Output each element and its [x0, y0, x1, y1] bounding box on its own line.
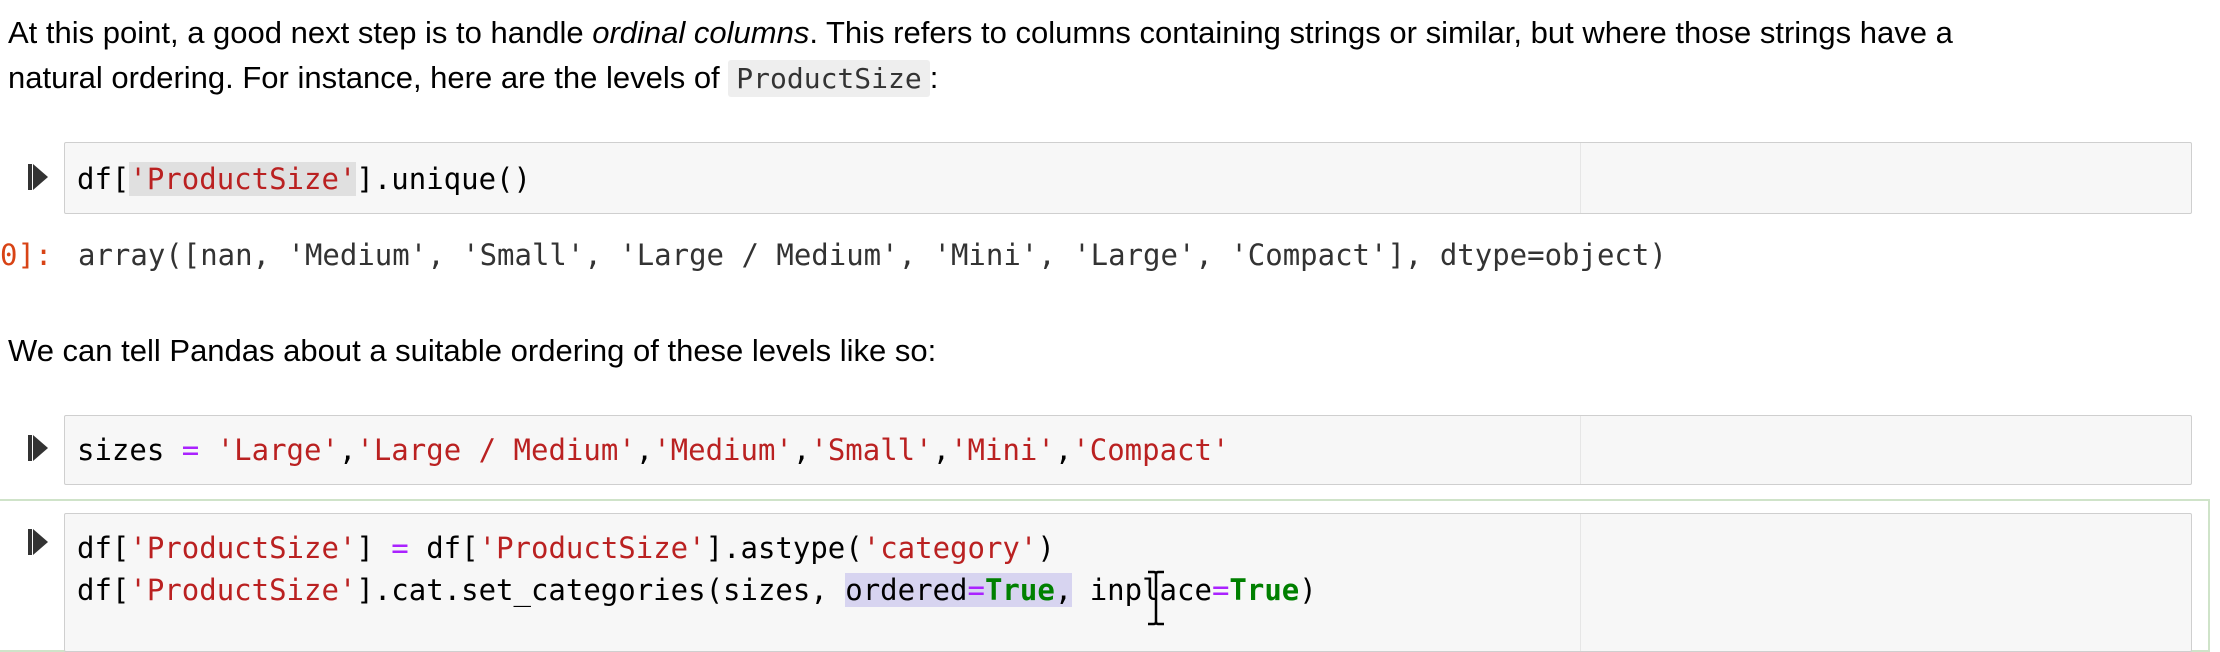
run-cell-icon[interactable]: [28, 162, 50, 192]
code-input-1[interactable]: df['ProductSize'].unique(): [64, 142, 2192, 214]
inline-code: ProductSize: [728, 60, 930, 97]
output-text: array([nan, 'Medium', 'Small', 'Large / …: [78, 238, 1667, 272]
line-length-ruler: [1580, 416, 1581, 484]
code-input-3[interactable]: df['ProductSize'] = df['ProductSize'].as…: [64, 513, 2192, 652]
code-line[interactable]: df['ProductSize'].unique(): [77, 159, 531, 199]
output-prompt: 0]:: [0, 238, 53, 272]
text-cursor-icon: [1145, 570, 1167, 626]
markdown-paragraph-1-line-2: natural ordering. For instance, here are…: [8, 57, 938, 100]
code-cell-3[interactable]: df['ProductSize'] = df['ProductSize'].as…: [0, 499, 2210, 652]
code-line[interactable]: sizes = 'Large','Large / Medium','Medium…: [77, 430, 1229, 470]
md-text: natural ordering. For instance, here are…: [8, 60, 729, 95]
line-length-ruler: [1580, 143, 1581, 213]
md-text: . This refers to columns containing stri…: [809, 15, 1953, 50]
code-cell-1[interactable]: df['ProductSize'].unique(): [0, 140, 2210, 216]
markdown-paragraph-2: We can tell Pandas about a suitable orde…: [8, 333, 937, 368]
md-text: At this point, a good next step is to ha…: [8, 15, 593, 50]
md-text: :: [929, 60, 939, 95]
code-line[interactable]: df['ProductSize'] = df['ProductSize'].as…: [77, 528, 1055, 568]
run-cell-icon[interactable]: [28, 433, 50, 463]
md-emphasis: ordinal columns: [592, 15, 810, 50]
code-cell-2[interactable]: sizes = 'Large','Large / Medium','Medium…: [0, 412, 2210, 488]
code-input-2[interactable]: sizes = 'Large','Large / Medium','Medium…: [64, 415, 2192, 485]
markdown-paragraph-1: At this point, a good next step is to ha…: [8, 12, 1953, 54]
line-length-ruler: [1580, 514, 1581, 651]
code-line[interactable]: df['ProductSize'].cat.set_categories(siz…: [77, 570, 1317, 610]
run-cell-icon[interactable]: [28, 527, 50, 557]
